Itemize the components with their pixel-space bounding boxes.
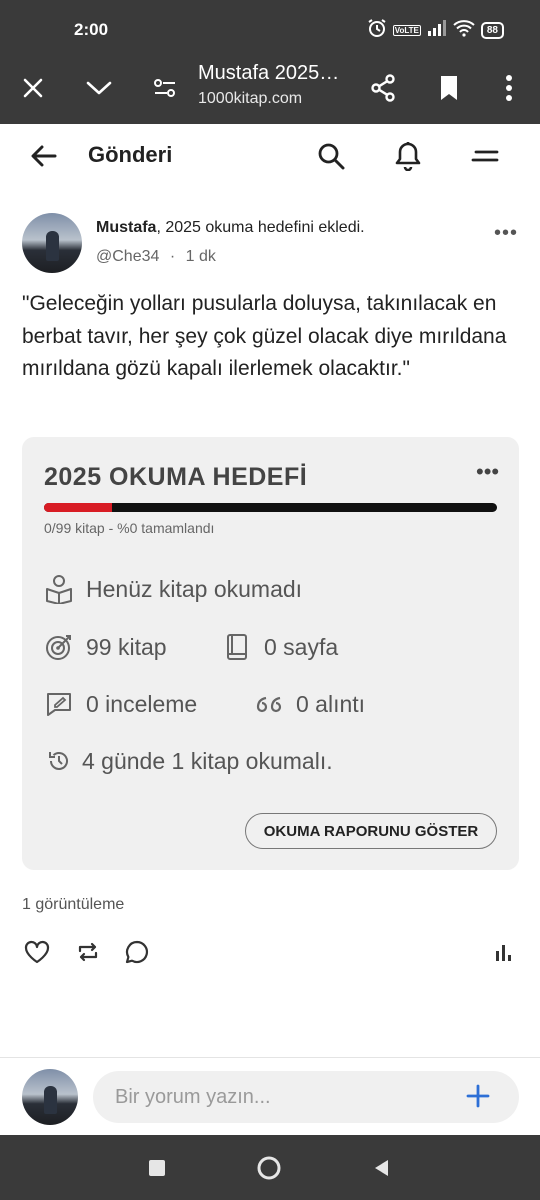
status-bar: 2:00 VoLTE 88 (0, 0, 540, 52)
goal-pages: 0 sayfa (222, 632, 338, 662)
battery-icon: 88 (480, 22, 504, 39)
wifi-icon (453, 19, 475, 42)
post-more-icon[interactable]: ••• (494, 222, 518, 245)
history-icon (46, 746, 72, 776)
goal-reviews-text: 0 inceleme (86, 690, 198, 717)
page-title: Gönderi (88, 142, 173, 167)
browser-page-title: Mustafa 2025… (198, 62, 340, 84)
page-settings-icon[interactable] (147, 70, 183, 106)
recents-icon[interactable] (140, 1151, 174, 1185)
comment-divider (0, 1057, 540, 1058)
browser-toolbar: Mustafa 2025… 1000kitap.com (0, 52, 540, 124)
goal-status: Henüz kitap okumadı (44, 574, 302, 604)
goal-progress-text: 0/99 kitap - %0 tamamlandı (44, 520, 215, 536)
chevron-down-icon[interactable] (81, 70, 117, 106)
status-time: 2:00 (74, 20, 109, 39)
share-icon[interactable] (365, 70, 401, 106)
goal-books: 99 kitap (44, 632, 167, 662)
goal-progress-bar (44, 503, 497, 512)
back-icon[interactable] (364, 1151, 398, 1185)
bookmark-icon[interactable] (431, 70, 467, 106)
close-icon[interactable] (15, 70, 51, 106)
post-handle[interactable]: @Che34 (96, 248, 159, 265)
reading-goal-card: 2025 OKUMA HEDEFİ ••• 0/99 kitap - %0 ta… (22, 437, 519, 870)
comment-icon[interactable] (122, 937, 152, 967)
avatar[interactable] (22, 213, 82, 273)
comment-input[interactable] (93, 1071, 519, 1123)
goal-pages-text: 0 sayfa (264, 633, 339, 660)
goal-quotes-text: 0 alıntı (296, 690, 366, 717)
alarm-icon (367, 18, 387, 43)
reading-report-button[interactable]: OKUMA RAPORUNU GÖSTER (245, 813, 497, 849)
meta-separator: · (169, 248, 176, 265)
goal-pace-text: 4 günde 1 kitap okumalı. (82, 747, 333, 774)
goal-reviews: 0 inceleme (44, 689, 197, 719)
comment-avatar (22, 1069, 78, 1125)
target-icon (44, 632, 74, 662)
post-action: , 2025 okuma hedefini ekledi. (156, 219, 365, 236)
menu-icon[interactable] (467, 138, 503, 174)
goal-more-icon[interactable]: ••• (476, 459, 499, 485)
more-vert-icon[interactable] (491, 70, 527, 106)
reader-icon (44, 574, 74, 604)
system-nav-bar (0, 1135, 540, 1200)
post-time: 1 dk (185, 248, 216, 265)
stats-icon[interactable] (489, 937, 519, 967)
book-icon (222, 632, 252, 662)
signal-icon (427, 19, 447, 42)
post-author-line: Mustafa, 2025 okuma hedefini ekledi. (96, 219, 365, 237)
goal-pace: 4 günde 1 kitap okumalı. (46, 746, 333, 776)
heart-icon[interactable] (22, 937, 52, 967)
app-header: Gönderi (0, 124, 540, 188)
volte-icon: VoLTE (392, 25, 421, 36)
browser-url[interactable]: 1000kitap.com (198, 90, 302, 108)
status-icons: VoLTE 88 (367, 18, 504, 43)
search-icon[interactable] (313, 138, 349, 174)
post-text: "Geleceğin yolları pusularla doluysa, ta… (22, 292, 507, 380)
repost-icon[interactable] (73, 937, 103, 967)
goal-status-text: Henüz kitap okumadı (86, 575, 303, 602)
bell-icon[interactable] (390, 138, 426, 174)
goal-title: 2025 OKUMA HEDEFİ (44, 463, 308, 491)
review-icon (44, 689, 74, 719)
quote-icon (254, 689, 284, 719)
goal-progress-fill (44, 503, 112, 512)
goal-books-text: 99 kitap (86, 633, 167, 660)
home-icon[interactable] (252, 1151, 286, 1185)
goal-quotes: 0 alıntı (254, 689, 365, 719)
post-meta: @Che34 · 1 dk (96, 248, 216, 266)
plus-icon[interactable] (463, 1081, 493, 1111)
post-author[interactable]: Mustafa (96, 219, 156, 236)
back-arrow-icon[interactable] (26, 138, 62, 174)
view-count: 1 görüntüleme (22, 896, 125, 913)
